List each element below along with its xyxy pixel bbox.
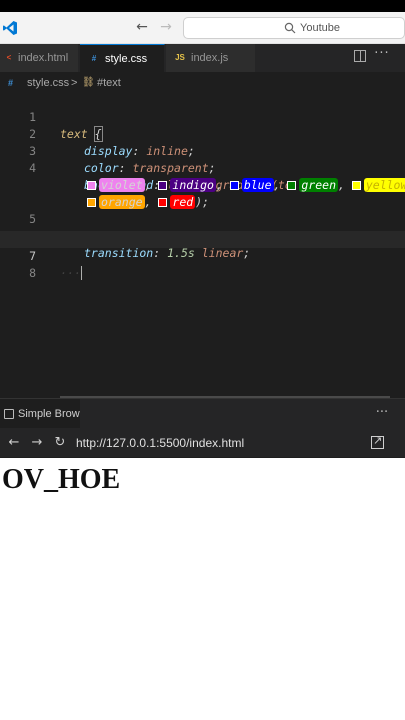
css-file-icon: # [8, 78, 14, 88]
tab-label: index.html [18, 52, 69, 64]
back-arrow-icon[interactable]: ← [6, 435, 22, 451]
code-line-wrap: orange, red); [0, 177, 405, 209]
reload-icon[interactable]: ↻ [52, 435, 68, 451]
tab-index-js[interactable]: JS index.js [166, 44, 256, 72]
line-number: 8 [29, 266, 36, 280]
browser-preview [0, 458, 405, 720]
search-icon [284, 22, 296, 34]
tab-label: index.js [191, 52, 229, 64]
text-cursor [80, 266, 82, 280]
breadcrumb-symbol[interactable]: #text [97, 72, 121, 94]
tab-style-css[interactable]: # style.css [80, 44, 165, 72]
breadcrumb-file[interactable]: style.css [27, 72, 69, 94]
code-line: 5 background-clip: text; [0, 194, 405, 243]
code-line-current: 7 ··· [0, 231, 405, 280]
vscode-logo-icon [3, 21, 17, 35]
forward-arrow-icon[interactable]: → [158, 19, 174, 35]
code-line: 8 [0, 248, 405, 280]
search-text: Youtube [300, 22, 340, 34]
forward-arrow-icon[interactable]: → [29, 435, 45, 451]
top-bar [0, 0, 405, 12]
css-file-icon: # [91, 54, 97, 63]
breadcrumb: # style.css > ⛓ #text [0, 72, 405, 94]
browser-icon [4, 409, 14, 419]
html-file-icon: < [6, 53, 12, 62]
code-line: 2 display: inline; [0, 109, 405, 158]
tab-label: style.css [105, 53, 148, 65]
selector-symbol-icon: ⛓ [82, 77, 95, 88]
browser-address-bar: ← → ↻ http://127.0.0.1:5500/index.html [0, 428, 405, 458]
tab-simple-browser[interactable]: Simple Brow [0, 399, 80, 429]
preview-text: OV_HOE [2, 464, 121, 495]
title-bar: ← → Youtube [0, 12, 405, 44]
tab-label: Simple Brow [18, 408, 80, 420]
more-actions-icon[interactable]: ··· [374, 405, 390, 421]
js-file-icon: JS [175, 53, 185, 62]
back-arrow-icon[interactable]: ← [134, 19, 150, 35]
code-line: 1 text { [0, 92, 405, 142]
code-line: 6 transition: 1.5s linear; [0, 211, 405, 260]
code-line: 3 color: transparent; [0, 126, 405, 175]
code-line-wrap: violet, indigo, blue, green, yellow, [0, 160, 405, 192]
open-external-icon[interactable] [371, 434, 384, 449]
breadcrumb-separator: > [71, 77, 78, 89]
editor-tabs: < index.html # style.css JS index.js [0, 44, 405, 72]
more-actions-icon[interactable]: ··· [374, 46, 390, 62]
code-line: 4 background: linear-gradient(to left, [0, 143, 405, 192]
url-input[interactable]: http://127.0.0.1:5500/index.html [76, 428, 244, 458]
panel-tab-bar: Simple Brow [0, 398, 405, 429]
split-editor-icon[interactable] [354, 50, 366, 62]
command-center-search[interactable]: Youtube [183, 17, 405, 39]
tab-index-html[interactable]: < index.html [0, 44, 79, 72]
